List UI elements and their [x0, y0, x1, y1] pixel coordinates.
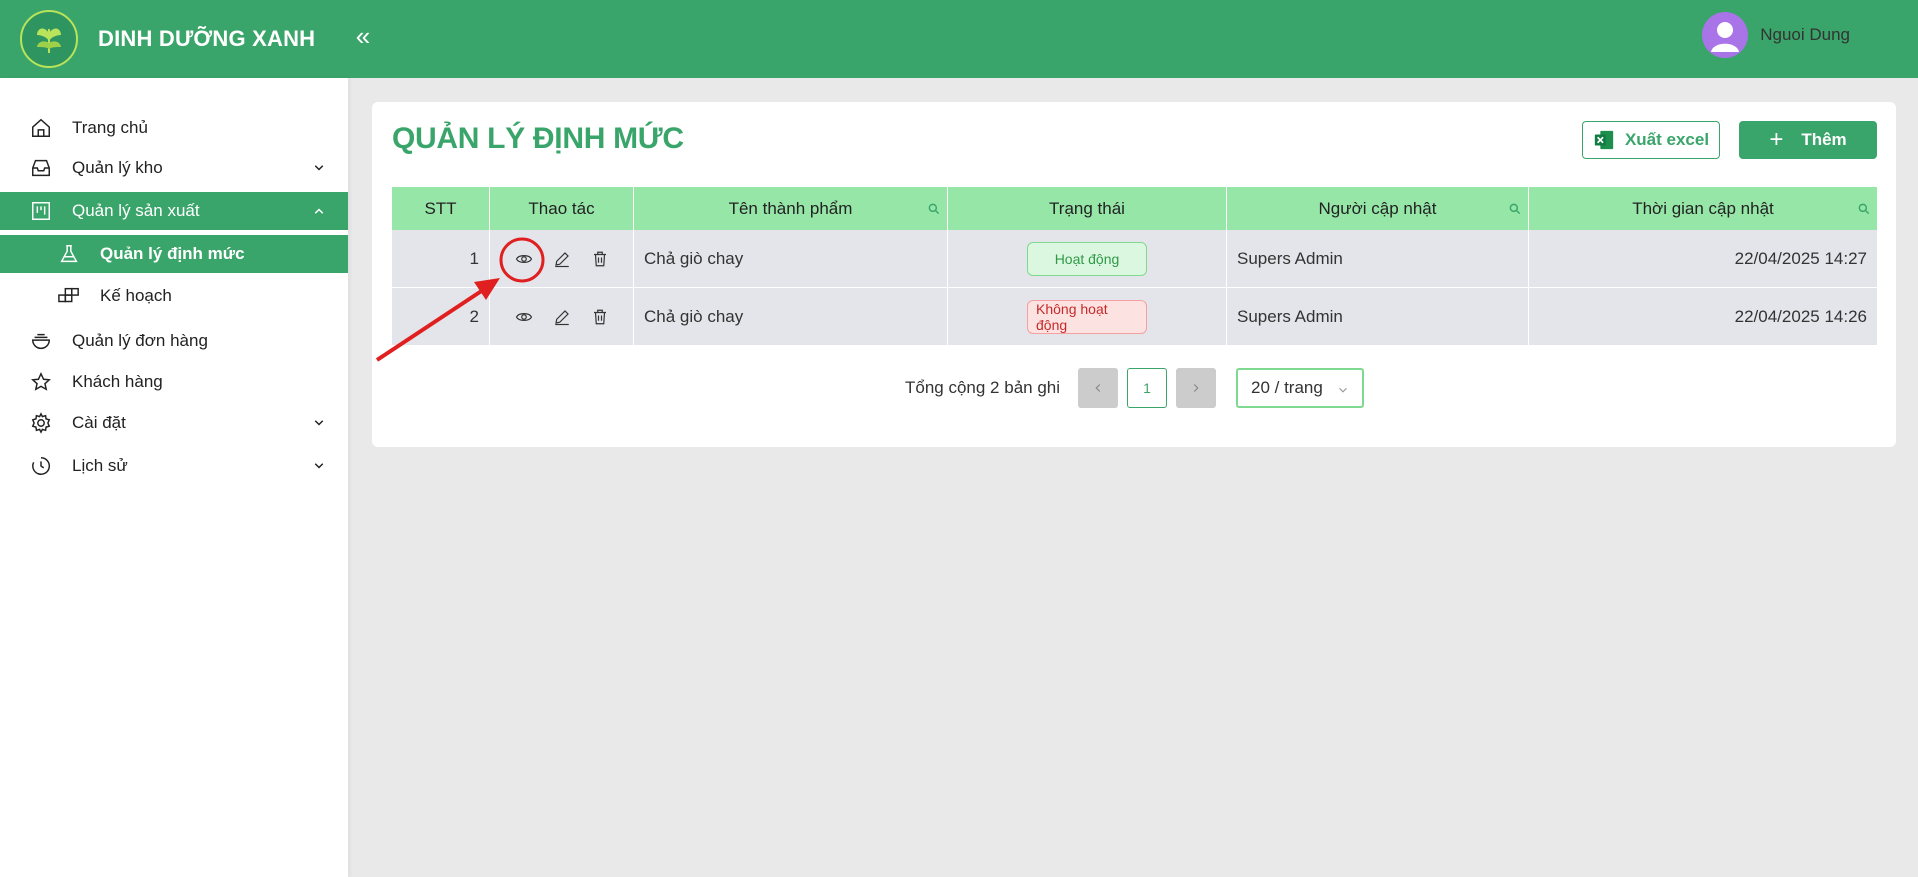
star-icon	[28, 369, 54, 395]
column-header-label: Thời gian cập nhật	[1632, 198, 1774, 218]
search-icon[interactable]	[1857, 201, 1871, 215]
chevron-left-icon	[1095, 384, 1101, 392]
sidebar-item-label: Khách hàng	[72, 372, 163, 391]
sidebar-item-label: Quản lý kho	[72, 158, 163, 177]
column-header: STT	[392, 187, 490, 230]
column-header: Thao tác	[490, 187, 634, 230]
column-header-updater: Người cập nhật	[1227, 187, 1529, 230]
search-icon[interactable]	[1508, 201, 1522, 215]
collapse-sidebar-icon[interactable]: «	[350, 22, 376, 52]
cell-updated-time: 22/04/2025 14:27	[1734, 248, 1867, 268]
user-name[interactable]: Nguoi Dung	[1760, 25, 1850, 45]
add-button[interactable]: + Thêm	[1739, 121, 1877, 159]
cell-updated-time: 22/04/2025 14:26	[1734, 306, 1867, 326]
sidebar-item-label: Cài đặt	[72, 413, 126, 432]
chevron-down-icon	[310, 457, 328, 475]
status-badge: Không hoạt động	[1027, 299, 1147, 334]
column-header-updated-time: Thời gian cập nhật	[1529, 187, 1877, 230]
view-eye-icon[interactable]	[513, 248, 535, 270]
column-header-product-name: Tên thành phẩm	[634, 187, 948, 230]
add-label: Thêm	[1801, 130, 1847, 149]
status-badge: Hoạt động	[1027, 241, 1147, 276]
plus-icon: +	[1769, 126, 1784, 153]
column-header-label: Tên thành phẩm	[728, 198, 853, 218]
page-size-select[interactable]: 20 / trang	[1236, 368, 1364, 408]
bowl-icon	[28, 328, 54, 354]
next-page-button[interactable]	[1176, 368, 1216, 408]
sidebar-item-norm-management[interactable]: Quản lý định mức	[0, 235, 348, 273]
column-header: Trạng thái	[948, 187, 1227, 230]
cell-stt: 1	[392, 230, 490, 287]
sidebar-item-label: Quản lý đơn hàng	[72, 331, 208, 350]
chevron-up-icon	[310, 202, 328, 220]
view-eye-icon[interactable]	[513, 306, 535, 328]
column-header-label: Người cập nhật	[1318, 198, 1437, 218]
table-header: STT Thao tác Tên thành phẩm Trạng thái N…	[392, 187, 1877, 230]
edit-pencil-icon[interactable]	[551, 248, 573, 270]
delete-trash-icon[interactable]	[589, 248, 611, 270]
cell-actions	[490, 288, 634, 345]
sidebar-item-label: Trang chủ	[72, 118, 148, 137]
cell-product-name: Chả giò chay	[634, 288, 948, 345]
cell-status: Hoạt động	[948, 230, 1227, 287]
flask-icon	[56, 241, 82, 267]
project-icon	[28, 198, 54, 224]
cell-updater: Supers Admin	[1227, 288, 1529, 345]
content-card: QUẢN LÝ ĐỊNH MỨC Xuất excel + Thêm STT T…	[372, 102, 1896, 447]
prev-page-button[interactable]	[1078, 368, 1118, 408]
pagination-total: Tổng cộng 2 bản ghi	[905, 378, 1061, 397]
table-row: 1 Chả giò chay Hoạt động Supers Admin 22…	[392, 230, 1877, 288]
sidebar-item-warehouse[interactable]: Quản lý kho	[0, 149, 348, 187]
chevron-down-icon	[310, 414, 328, 432]
sidebar-item-home[interactable]: Trang chủ	[0, 109, 348, 147]
sidebar-item-settings[interactable]: Cài đặt	[0, 404, 348, 442]
sidebar-item-label: Quản lý sản xuất	[72, 201, 200, 220]
norm-table: STT Thao tác Tên thành phẩm Trạng thái N…	[392, 187, 1877, 346]
chevron-down-icon	[310, 159, 328, 177]
page-size-value: 20 / trang	[1251, 378, 1323, 397]
avatar[interactable]	[1702, 12, 1749, 58]
sidebar-item-production[interactable]: Quản lý sản xuất	[0, 192, 348, 230]
pagination: Tổng cộng 2 bản ghi 1 20 / trang	[372, 368, 1896, 408]
sidebar-item-label: Kế hoạch	[100, 286, 172, 305]
home-icon	[28, 115, 54, 141]
delete-trash-icon[interactable]	[589, 306, 611, 328]
chevron-down-icon	[1336, 382, 1350, 402]
cell-updater: Supers Admin	[1227, 230, 1529, 287]
gear-icon	[28, 410, 54, 436]
cell-actions	[490, 230, 634, 287]
edit-pencil-icon[interactable]	[551, 306, 573, 328]
cell-status: Không hoạt động	[948, 288, 1227, 345]
cell-product-name: Chả giò chay	[634, 230, 948, 287]
sidebar-item-label: Lịch sử	[72, 456, 128, 475]
sidebar-item-customers[interactable]: Khách hàng	[0, 363, 348, 401]
sidebar-item-plan[interactable]: Kế hoạch	[0, 277, 348, 315]
sidebar-item-orders[interactable]: Quản lý đơn hàng	[0, 322, 348, 360]
search-icon[interactable]	[927, 201, 941, 215]
page-button-current[interactable]: 1	[1127, 368, 1167, 408]
table-row: 2 Chả giò chay Không hoạt động Supers Ad…	[392, 288, 1877, 346]
export-excel-button[interactable]: Xuất excel	[1582, 121, 1720, 159]
sidebar-item-label: Quản lý định mức	[100, 244, 245, 263]
user-menu[interactable]: Nguoi Dung	[1702, 12, 1850, 58]
cell-stt: 2	[392, 288, 490, 345]
chevron-right-icon	[1193, 384, 1199, 392]
inbox-icon	[28, 155, 54, 181]
export-excel-label: Xuất excel	[1624, 130, 1710, 149]
blocks-icon	[56, 283, 82, 309]
page-title: QUẢN LÝ ĐỊNH MỨC	[392, 122, 684, 155]
excel-icon	[1593, 129, 1615, 151]
sidebar-item-history[interactable]: Lịch sử	[0, 447, 348, 485]
history-icon	[28, 453, 54, 479]
